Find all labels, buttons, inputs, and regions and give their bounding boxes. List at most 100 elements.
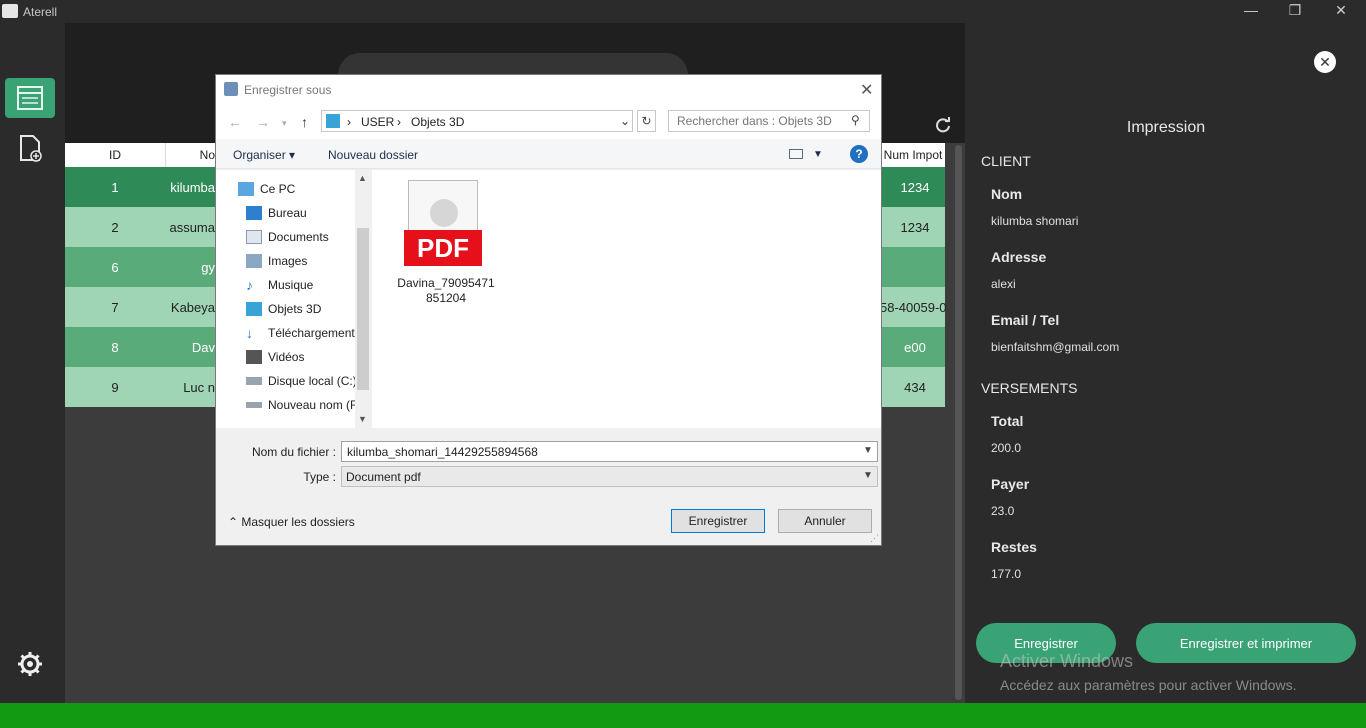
recent-locations-icon[interactable]: ▾: [282, 118, 287, 129]
nav-item-nouveau-nom[interactable]: Nouveau nom (F: [246, 395, 356, 415]
window-titlebar: Aterell — ❐ ✕: [0, 0, 1366, 23]
taskbar: [0, 703, 1366, 728]
dialog-titlebar: Enregistrer sous ✕: [216, 75, 881, 105]
organize-label: Organiser: [233, 148, 286, 162]
row-name: Luc n: [183, 379, 215, 395]
new-folder-button[interactable]: Nouveau dossier: [328, 148, 418, 162]
save-as-dialog: Enregistrer sous ✕ ← → ▾ ↑ › USER › Obje…: [215, 74, 882, 546]
column-header-name[interactable]: No: [165, 143, 215, 167]
sidebar-item-list[interactable]: [5, 78, 55, 118]
maximize-icon[interactable]: ❐: [1280, 2, 1310, 19]
activate-windows-subtitle: Accédez aux paramètres pour activer Wind…: [1000, 677, 1297, 693]
back-arrow-icon[interactable]: ←: [228, 114, 242, 130]
activate-windows-title: Activer Windows: [1000, 651, 1134, 671]
documents-icon: [246, 230, 262, 244]
row-num-impot: 1234: [900, 219, 930, 235]
view-options-icon[interactable]: [789, 149, 803, 159]
resize-grip-icon[interactable]: ⋰: [870, 533, 879, 544]
folder-search-box[interactable]: ⚲: [668, 110, 870, 132]
scroll-down-icon[interactable]: ▼: [358, 414, 367, 424]
row-name: kilumba: [170, 179, 215, 195]
dialog-refresh-icon[interactable]: ↻: [637, 110, 656, 132]
help-icon[interactable]: ?: [850, 145, 868, 163]
address-dropdown-icon[interactable]: ⌄: [620, 114, 630, 128]
row-id: 8: [111, 339, 119, 355]
total-label: Total: [991, 413, 1024, 429]
total-value: 200.0: [991, 441, 1022, 455]
row-num-impot: 58-40059-0: [880, 299, 947, 315]
row-num-impot: 1234: [900, 179, 930, 195]
row-name: Kabeya: [170, 299, 215, 315]
column-header-num-impot[interactable]: Num Impot: [880, 143, 945, 167]
row-num-impot: 434: [904, 379, 926, 395]
nav-item-videos[interactable]: Vidéos: [246, 347, 356, 367]
dialog-close-icon[interactable]: ✕: [860, 80, 873, 100]
search-icon: ⚲: [851, 113, 860, 127]
row-id: 1: [111, 179, 119, 195]
nav-item-musique[interactable]: ♪ Musique: [246, 275, 356, 295]
adresse-value: alexi: [991, 277, 1016, 291]
add-document-icon: [20, 135, 42, 162]
dialog-navigation-bar: ← → ▾ ↑ › USER › Objets 3D ⌄ ↻ ⚲: [216, 105, 881, 139]
panel-title: Impression: [1126, 119, 1206, 136]
refresh-icon[interactable]: [935, 117, 951, 133]
download-icon: ↓: [246, 325, 253, 341]
up-arrow-icon[interactable]: ↑: [301, 114, 308, 130]
minimize-icon[interactable]: —: [1236, 2, 1266, 18]
row-num-impot: e00: [904, 339, 926, 355]
address-bar[interactable]: › USER › Objets 3D ⌄: [321, 110, 633, 132]
forward-arrow-icon[interactable]: →: [256, 114, 270, 130]
payer-value: 23.0: [991, 504, 1015, 518]
row-name: gy: [201, 259, 215, 275]
filename-dropdown-icon[interactable]: ▼: [863, 445, 873, 456]
organize-menu-button[interactable]: Organiser ▾: [233, 148, 295, 162]
computer-icon: [238, 182, 254, 196]
scroll-up-icon[interactable]: ▲: [358, 173, 367, 183]
table-list-icon: [17, 86, 43, 110]
dialog-save-button[interactable]: Enregistrer: [671, 509, 765, 533]
dialog-app-icon: [224, 82, 238, 96]
sidebar-item-new-document[interactable]: [5, 128, 55, 168]
nav-item-telechargements[interactable]: ↓ Téléchargements: [246, 323, 356, 343]
filename-input[interactable]: [342, 442, 842, 461]
file-name: Davina_79095471851204: [397, 276, 495, 305]
print-panel: ✕ Impression CLIENT Nom kilumba shomari …: [966, 23, 1366, 703]
pdf-badge: PDF: [404, 230, 482, 266]
settings-button[interactable]: [17, 651, 43, 682]
app-logo-icon: [2, 4, 18, 18]
video-icon: [246, 350, 262, 364]
view-dropdown-icon[interactable]: ▼: [813, 149, 823, 160]
breadcrumb-objets-3d[interactable]: Objets 3D: [411, 115, 464, 129]
dialog-cancel-button[interactable]: Annuler: [778, 509, 872, 533]
type-label: Type :: [303, 470, 336, 484]
nav-item-documents[interactable]: Documents: [246, 227, 356, 247]
nav-item-images[interactable]: Images: [246, 251, 356, 271]
payer-label: Payer: [991, 476, 1030, 492]
breadcrumb-user[interactable]: USER: [361, 115, 394, 129]
folder-search-input[interactable]: [669, 111, 844, 131]
column-header-id[interactable]: ID: [65, 143, 165, 167]
nav-item-bureau[interactable]: Bureau: [246, 203, 356, 223]
filename-field[interactable]: ▼: [341, 441, 878, 462]
file-type-dropdown-icon[interactable]: ▼: [863, 470, 873, 481]
desktop-icon: [246, 206, 262, 220]
nav-item-disque-local[interactable]: Disque local (C:): [246, 371, 356, 391]
navigation-scrollbar[interactable]: ▲ ▼: [355, 170, 371, 428]
main-scrollbar[interactable]: [955, 145, 962, 700]
file-list: PDF Davina_79095471851204: [372, 170, 881, 428]
row-name: Dav: [191, 339, 215, 355]
nav-item-objets-3d[interactable]: Objets 3D: [246, 299, 356, 319]
save-and-print-button[interactable]: Enregistrer et imprimer: [1136, 623, 1356, 663]
close-window-icon[interactable]: ✕: [1326, 2, 1356, 19]
hide-folders-toggle[interactable]: ⌃ Masquer les dossiers: [228, 515, 355, 529]
row-id: 6: [111, 259, 119, 275]
row-id: 2: [111, 219, 119, 235]
scrollbar-thumb[interactable]: [357, 228, 369, 390]
nav-item-ce-pc[interactable]: Ce PC: [238, 179, 348, 199]
file-type-select[interactable]: Document pdf ▼: [341, 466, 878, 487]
drive-icon: [246, 402, 262, 408]
row-num-impot: [880, 247, 950, 287]
close-panel-button[interactable]: ✕: [1314, 51, 1336, 73]
nom-value: kilumba shomari: [991, 214, 1079, 228]
restes-value: 177.0: [991, 567, 1022, 581]
